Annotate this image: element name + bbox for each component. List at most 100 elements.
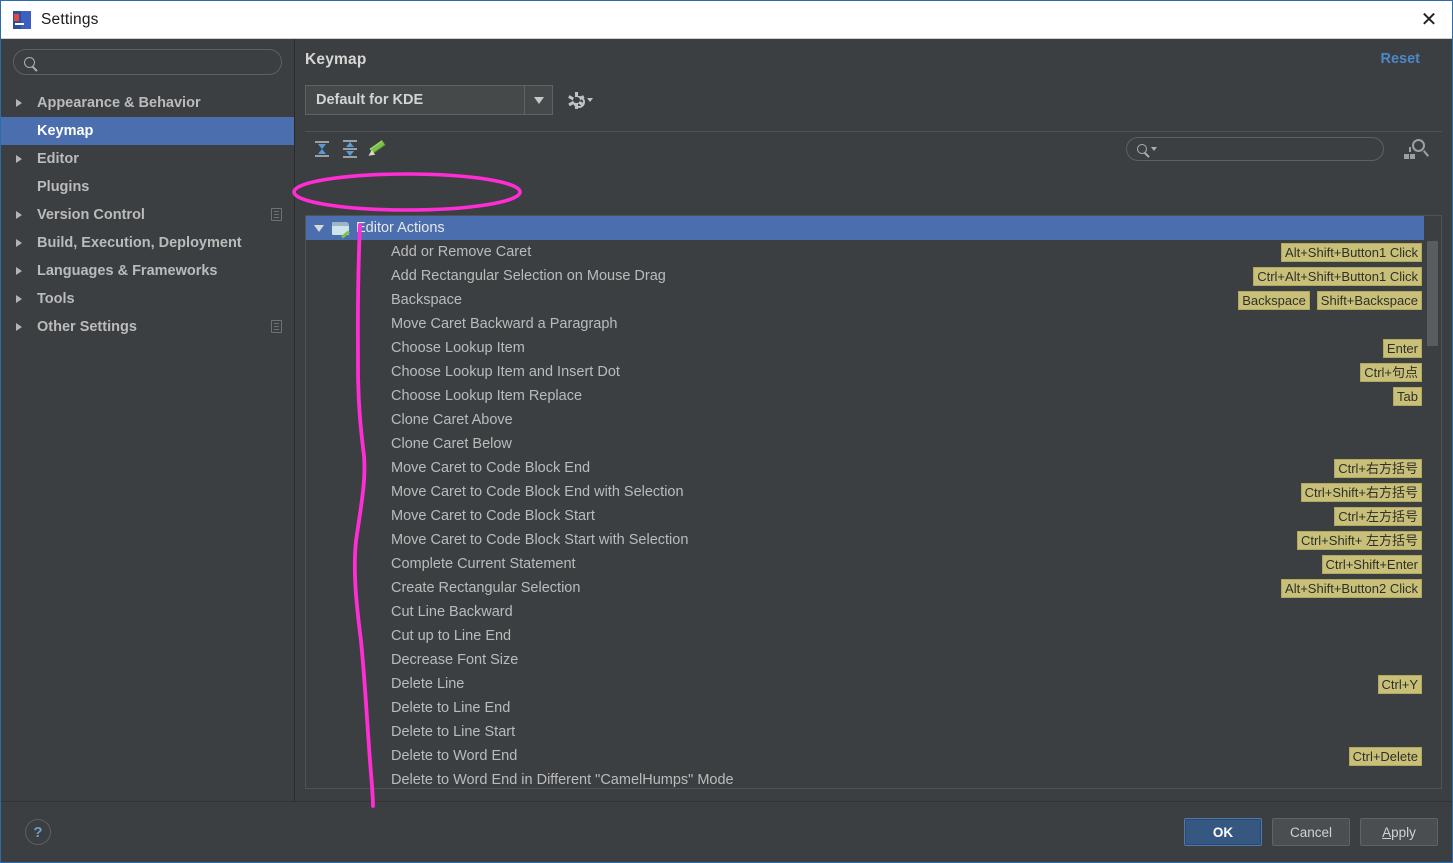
action-row[interactable]: Cut up to Line End (306, 624, 1424, 648)
chevron-right-icon[interactable] (11, 155, 27, 163)
action-name: Choose Lookup Item and Insert Dot (391, 364, 620, 380)
shortcut-badge[interactable]: Alt+Shift+Button2 Click (1281, 578, 1422, 598)
chevron-right-icon[interactable] (11, 267, 27, 275)
copy-settings-icon[interactable] (271, 208, 282, 221)
action-row[interactable]: Choose Lookup Item Enter (306, 336, 1424, 360)
shortcut-group: Ctrl+句点 (1360, 362, 1424, 382)
cancel-button[interactable]: Cancel (1272, 818, 1350, 846)
sidebar-item-label: Editor (37, 151, 79, 167)
action-row[interactable]: Clone Caret Above (306, 408, 1424, 432)
action-name: Move Caret to Code Block Start with Sele… (391, 532, 689, 548)
find-by-shortcut-icon[interactable] (1404, 138, 1430, 160)
shortcut-badge[interactable]: Enter (1382, 338, 1422, 358)
shortcut-badge[interactable]: Ctrl+句点 (1360, 362, 1422, 382)
collapse-all-icon[interactable] (313, 140, 331, 158)
action-name: Delete Line (391, 676, 465, 692)
close-icon[interactable]: ✕ (1406, 1, 1452, 39)
action-name: Clone Caret Above (391, 412, 513, 428)
shortcut-badge[interactable]: Backspace (1238, 290, 1310, 310)
sidebar-item-plugins[interactable]: Plugins (1, 173, 294, 201)
action-name: Add Rectangular Selection on Mouse Drag (391, 268, 666, 284)
action-row[interactable]: Backspace Backspace Shift+Backspace (306, 288, 1424, 312)
sidebar-item-languages-frameworks[interactable]: Languages & Frameworks (1, 257, 294, 285)
action-row[interactable]: Create Rectangular Selection Alt+Shift+Bu… (306, 576, 1424, 600)
shortcut-group: Ctrl+Shift+Enter (1321, 554, 1425, 574)
action-row[interactable]: Delete Line Ctrl+Y (306, 672, 1424, 696)
sidebar-item-editor[interactable]: Editor (1, 145, 294, 173)
keymap-find-box[interactable] (1126, 137, 1384, 161)
sidebar-item-label: Tools (37, 291, 75, 307)
action-name: Move Caret to Code Block End (391, 460, 591, 476)
shortcut-badge[interactable]: Ctrl+Shift+Enter (1321, 554, 1422, 574)
shortcut-badge[interactable]: Ctrl+Shift+右方括号 (1300, 482, 1422, 502)
reset-link[interactable]: Reset (1381, 51, 1443, 67)
help-button[interactable]: ? (25, 819, 51, 845)
edit-pencil-icon[interactable] (366, 140, 387, 159)
action-row[interactable]: Decrease Font Size (306, 648, 1424, 672)
keymap-find-input[interactable] (1161, 142, 1373, 156)
chevron-right-icon[interactable] (11, 323, 27, 331)
shortcut-badge[interactable]: Ctrl+Alt+Shift+Button1 Click (1253, 266, 1422, 286)
chevron-right-icon[interactable] (11, 211, 27, 219)
action-row[interactable]: Move Caret Backward a Paragraph (306, 312, 1424, 336)
sidebar-item-tools[interactable]: Tools (1, 285, 294, 313)
chevron-down-icon[interactable] (1151, 147, 1157, 151)
action-row[interactable]: Cut Line Backward (306, 600, 1424, 624)
action-row[interactable]: Move Caret to Code Block Start with Sele… (306, 528, 1424, 552)
shortcut-group: Alt+Shift+Button2 Click (1281, 578, 1424, 598)
sidebar-item-other-settings[interactable]: Other Settings (1, 313, 294, 341)
action-row[interactable]: Choose Lookup Item and Insert Dot Ctrl+句点 (306, 360, 1424, 384)
shortcut-badge[interactable]: Ctrl+左方括号 (1334, 506, 1422, 526)
action-name: Move Caret to Code Block End with Select… (391, 484, 684, 500)
vertical-scrollbar[interactable] (1425, 217, 1440, 787)
shortcut-badge[interactable]: Ctrl+Shift+ 左方括号 (1296, 530, 1422, 550)
keymap-scheme-select[interactable]: Default for KDE (305, 85, 553, 115)
action-row[interactable]: Clone Caret Below (306, 432, 1424, 456)
action-name: Add or Remove Caret (391, 244, 532, 260)
ok-button[interactable]: OK (1184, 818, 1262, 846)
sidebar-item-keymap[interactable]: Keymap (1, 117, 294, 145)
shortcut-badge[interactable]: Ctrl+Delete (1348, 746, 1422, 766)
sidebar-item-appearance-behavior[interactable]: Appearance & Behavior (1, 89, 294, 117)
chevron-right-icon[interactable] (11, 295, 27, 303)
copy-settings-icon[interactable] (271, 320, 282, 333)
action-list-scroll: Editor Actions Add or Remove Caret Alt+Sh… (306, 216, 1441, 788)
sidebar-item-build-execution-deployment[interactable]: Build, Execution, Deployment (1, 229, 294, 257)
chevron-right-icon[interactable] (11, 239, 27, 247)
action-row[interactable]: Delete to Line Start (306, 720, 1424, 744)
sidebar-item-version-control[interactable]: Version Control (1, 201, 294, 229)
sidebar-item-label: Languages & Frameworks (37, 263, 218, 279)
shortcut-badge[interactable]: Tab (1393, 386, 1422, 406)
action-row[interactable]: Move Caret to Code Block End Ctrl+右方括号 (306, 456, 1424, 480)
action-row[interactable]: Complete Current Statement Ctrl+Shift+Ent… (306, 552, 1424, 576)
action-row[interactable]: Add or Remove Caret Alt+Shift+Button1 Cli… (306, 240, 1424, 264)
tree-group-label: Editor Actions (356, 220, 445, 236)
shortcut-badge[interactable]: Ctrl+Y (1377, 674, 1422, 694)
settings-sidebar: Appearance & Behavior Keymap Editor Plugins… (1, 39, 295, 801)
shortcut-badge[interactable]: Ctrl+右方括号 (1334, 458, 1422, 478)
chevron-down-icon[interactable] (314, 224, 324, 232)
search-input[interactable] (41, 54, 271, 70)
shortcut-group: Ctrl+Shift+右方括号 (1300, 482, 1424, 502)
scrollbar-thumb[interactable] (1427, 241, 1438, 346)
action-row[interactable]: Delete to Word End Ctrl+Delete (306, 744, 1424, 768)
page-title: Keymap (305, 51, 367, 68)
shortcut-badge[interactable]: Alt+Shift+Button1 Click (1281, 242, 1422, 262)
tree-group-editor-actions[interactable]: Editor Actions (306, 216, 1424, 240)
apply-label-rest: pply (1391, 824, 1416, 840)
action-row[interactable]: Move Caret to Code Block End with Select… (306, 480, 1424, 504)
chevron-down-icon[interactable] (524, 86, 552, 114)
search-box[interactable] (13, 49, 282, 75)
action-row[interactable]: Delete to Line End (306, 696, 1424, 720)
shortcut-badge[interactable]: Shift+Backspace (1316, 290, 1422, 310)
action-row[interactable]: Delete to Word End in Different "CamelHu… (306, 768, 1424, 788)
chevron-right-icon[interactable] (11, 99, 27, 107)
expand-all-icon[interactable] (341, 140, 359, 158)
action-row[interactable]: Add Rectangular Selection on Mouse Drag C… (306, 264, 1424, 288)
action-row[interactable]: Choose Lookup Item Replace Tab (306, 384, 1424, 408)
gear-icon (568, 93, 585, 108)
apply-button[interactable]: Apply (1360, 818, 1438, 846)
action-row[interactable]: Move Caret to Code Block Start Ctrl+左方括号 (306, 504, 1424, 528)
scheme-settings-button[interactable] (568, 93, 593, 108)
settings-dialog: Settings ✕ Appearance & Behavior Keymap Ed… (0, 0, 1453, 863)
